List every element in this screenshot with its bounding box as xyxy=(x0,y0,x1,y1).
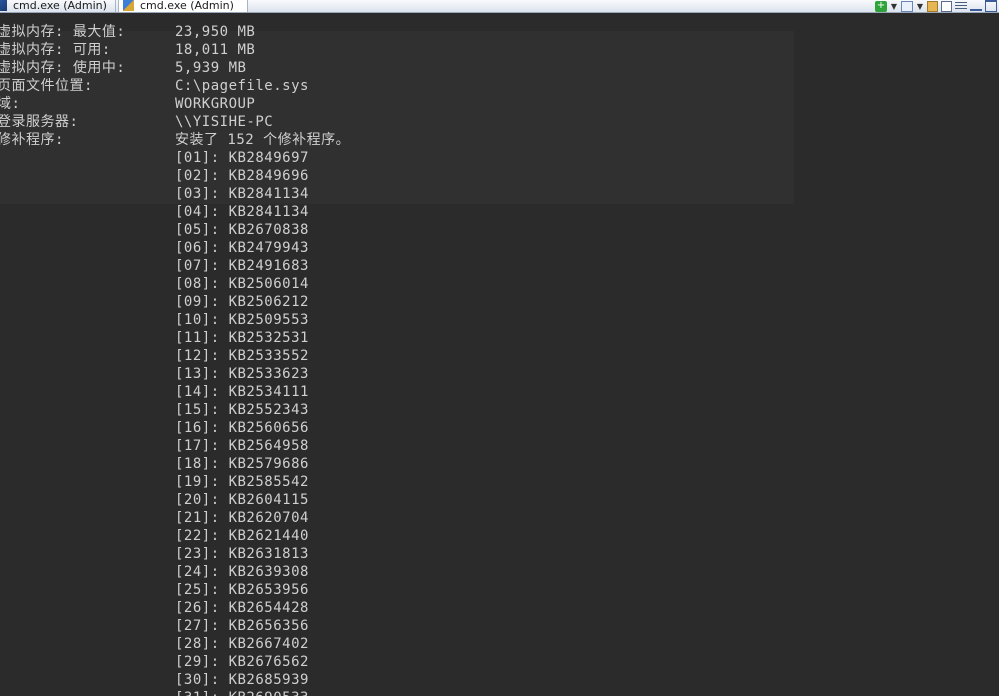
hotfix-entry: [18]: KB2579686 xyxy=(175,456,309,472)
info-value: \\YISIHE-PC xyxy=(175,114,274,130)
hotfix-entry: [07]: KB2491683 xyxy=(175,258,309,274)
maximize-icon[interactable] xyxy=(985,0,997,12)
hotfix-entry: [14]: KB2534111 xyxy=(175,384,309,400)
hotfix-entry: [24]: KB2639308 xyxy=(175,564,309,580)
tab-title: cmd.exe (Admin) xyxy=(13,0,107,12)
add-tab-icon[interactable]: + xyxy=(875,0,887,12)
hotfix-entry: [13]: KB2533623 xyxy=(175,366,309,382)
info-value: 18,011 MB xyxy=(175,42,256,58)
hotfix-entry: [28]: KB2667402 xyxy=(175,636,309,652)
list-icon[interactable] xyxy=(955,1,967,11)
hotfix-entry: [02]: KB2849696 xyxy=(175,168,309,184)
hotfix-entry: [11]: KB2532531 xyxy=(175,330,309,346)
edit-icon[interactable] xyxy=(901,0,913,12)
hotfix-entry: [05]: KB2670838 xyxy=(175,222,309,238)
hotfix-entry: [06]: KB2479943 xyxy=(175,240,309,256)
hotfix-entry: [26]: KB2654428 xyxy=(175,600,309,616)
hotfix-entry: [29]: KB2676562 xyxy=(175,654,309,670)
info-label: 页面文件位置: xyxy=(0,78,93,94)
dropdown-caret-icon[interactable]: ▼ xyxy=(916,1,924,12)
hotfix-entry: [12]: KB2533552 xyxy=(175,348,309,364)
hotfix-entry: [15]: KB2552343 xyxy=(175,402,309,418)
tab-cmd-2-active[interactable]: cmd.exe (Admin) xyxy=(118,0,248,12)
hotfix-entry: [21]: KB2620704 xyxy=(175,510,309,526)
hotfix-entry: [20]: KB2604115 xyxy=(175,492,309,508)
hotfix-entry: [17]: KB2564958 xyxy=(175,438,309,454)
console-output[interactable]: 虚拟内存: 最大值: 23,950 MB 虚拟内存: 可用: 18,011 MB 虚拟内… xyxy=(0,13,999,696)
book-icon[interactable] xyxy=(927,0,938,12)
hotfix-entry: [09]: KB2506212 xyxy=(175,294,309,310)
info-label: 虚拟内存: 可用: xyxy=(0,42,111,58)
info-label: 域: xyxy=(0,96,21,112)
info-label: 登录服务器: xyxy=(0,114,79,130)
info-label: 修补程序: xyxy=(0,132,64,148)
hotfix-entry: [08]: KB2506014 xyxy=(175,276,309,292)
hotfix-entry: [01]: KB2849697 xyxy=(175,150,309,166)
info-label: 虚拟内存: 最大值: xyxy=(0,24,126,40)
hotfix-entry: [25]: KB2653956 xyxy=(175,582,309,598)
window-icon[interactable] xyxy=(941,0,952,12)
hotfix-entry: [22]: KB2621440 xyxy=(175,528,309,544)
hotfix-entry: [30]: KB2685939 xyxy=(175,672,309,688)
hotfix-entry: [10]: KB2509553 xyxy=(175,312,309,328)
tab-bar: cmd.exe (Admin) cmd.exe (Admin) + ▼ ▼ xyxy=(0,0,999,13)
minimize-icon[interactable] xyxy=(970,2,982,11)
info-value: C:\pagefile.sys xyxy=(175,78,309,94)
hotfix-entry: [19]: KB2585542 xyxy=(175,474,309,490)
tab-cmd-1[interactable]: cmd.exe (Admin) xyxy=(0,0,116,12)
info-value: 23,950 MB xyxy=(175,24,256,40)
console-app-icon xyxy=(0,0,7,11)
info-value: 安装了 152 个修补程序。 xyxy=(175,132,351,148)
tab-title: cmd.exe (Admin) xyxy=(140,0,234,12)
hotfix-entry: [16]: KB2560656 xyxy=(175,420,309,436)
hotfix-entry: [31]: KB2690533 xyxy=(175,689,309,696)
hotfix-entry: [23]: KB2631813 xyxy=(175,546,309,562)
info-value: 5,939 MB xyxy=(175,60,247,76)
hotfix-entry: [27]: KB2656356 xyxy=(175,618,309,634)
console-app-icon xyxy=(123,0,134,11)
info-label: 虚拟内存: 使用中: xyxy=(0,60,126,76)
info-value: WORKGROUP xyxy=(175,96,256,112)
hotfix-entry: [04]: KB2841134 xyxy=(175,204,309,220)
hotfix-entry: [03]: KB2841134 xyxy=(175,186,309,202)
background-overlay xyxy=(0,31,794,204)
toolbar: + ▼ ▼ xyxy=(875,0,999,12)
dropdown-caret-icon[interactable]: ▼ xyxy=(890,1,898,12)
